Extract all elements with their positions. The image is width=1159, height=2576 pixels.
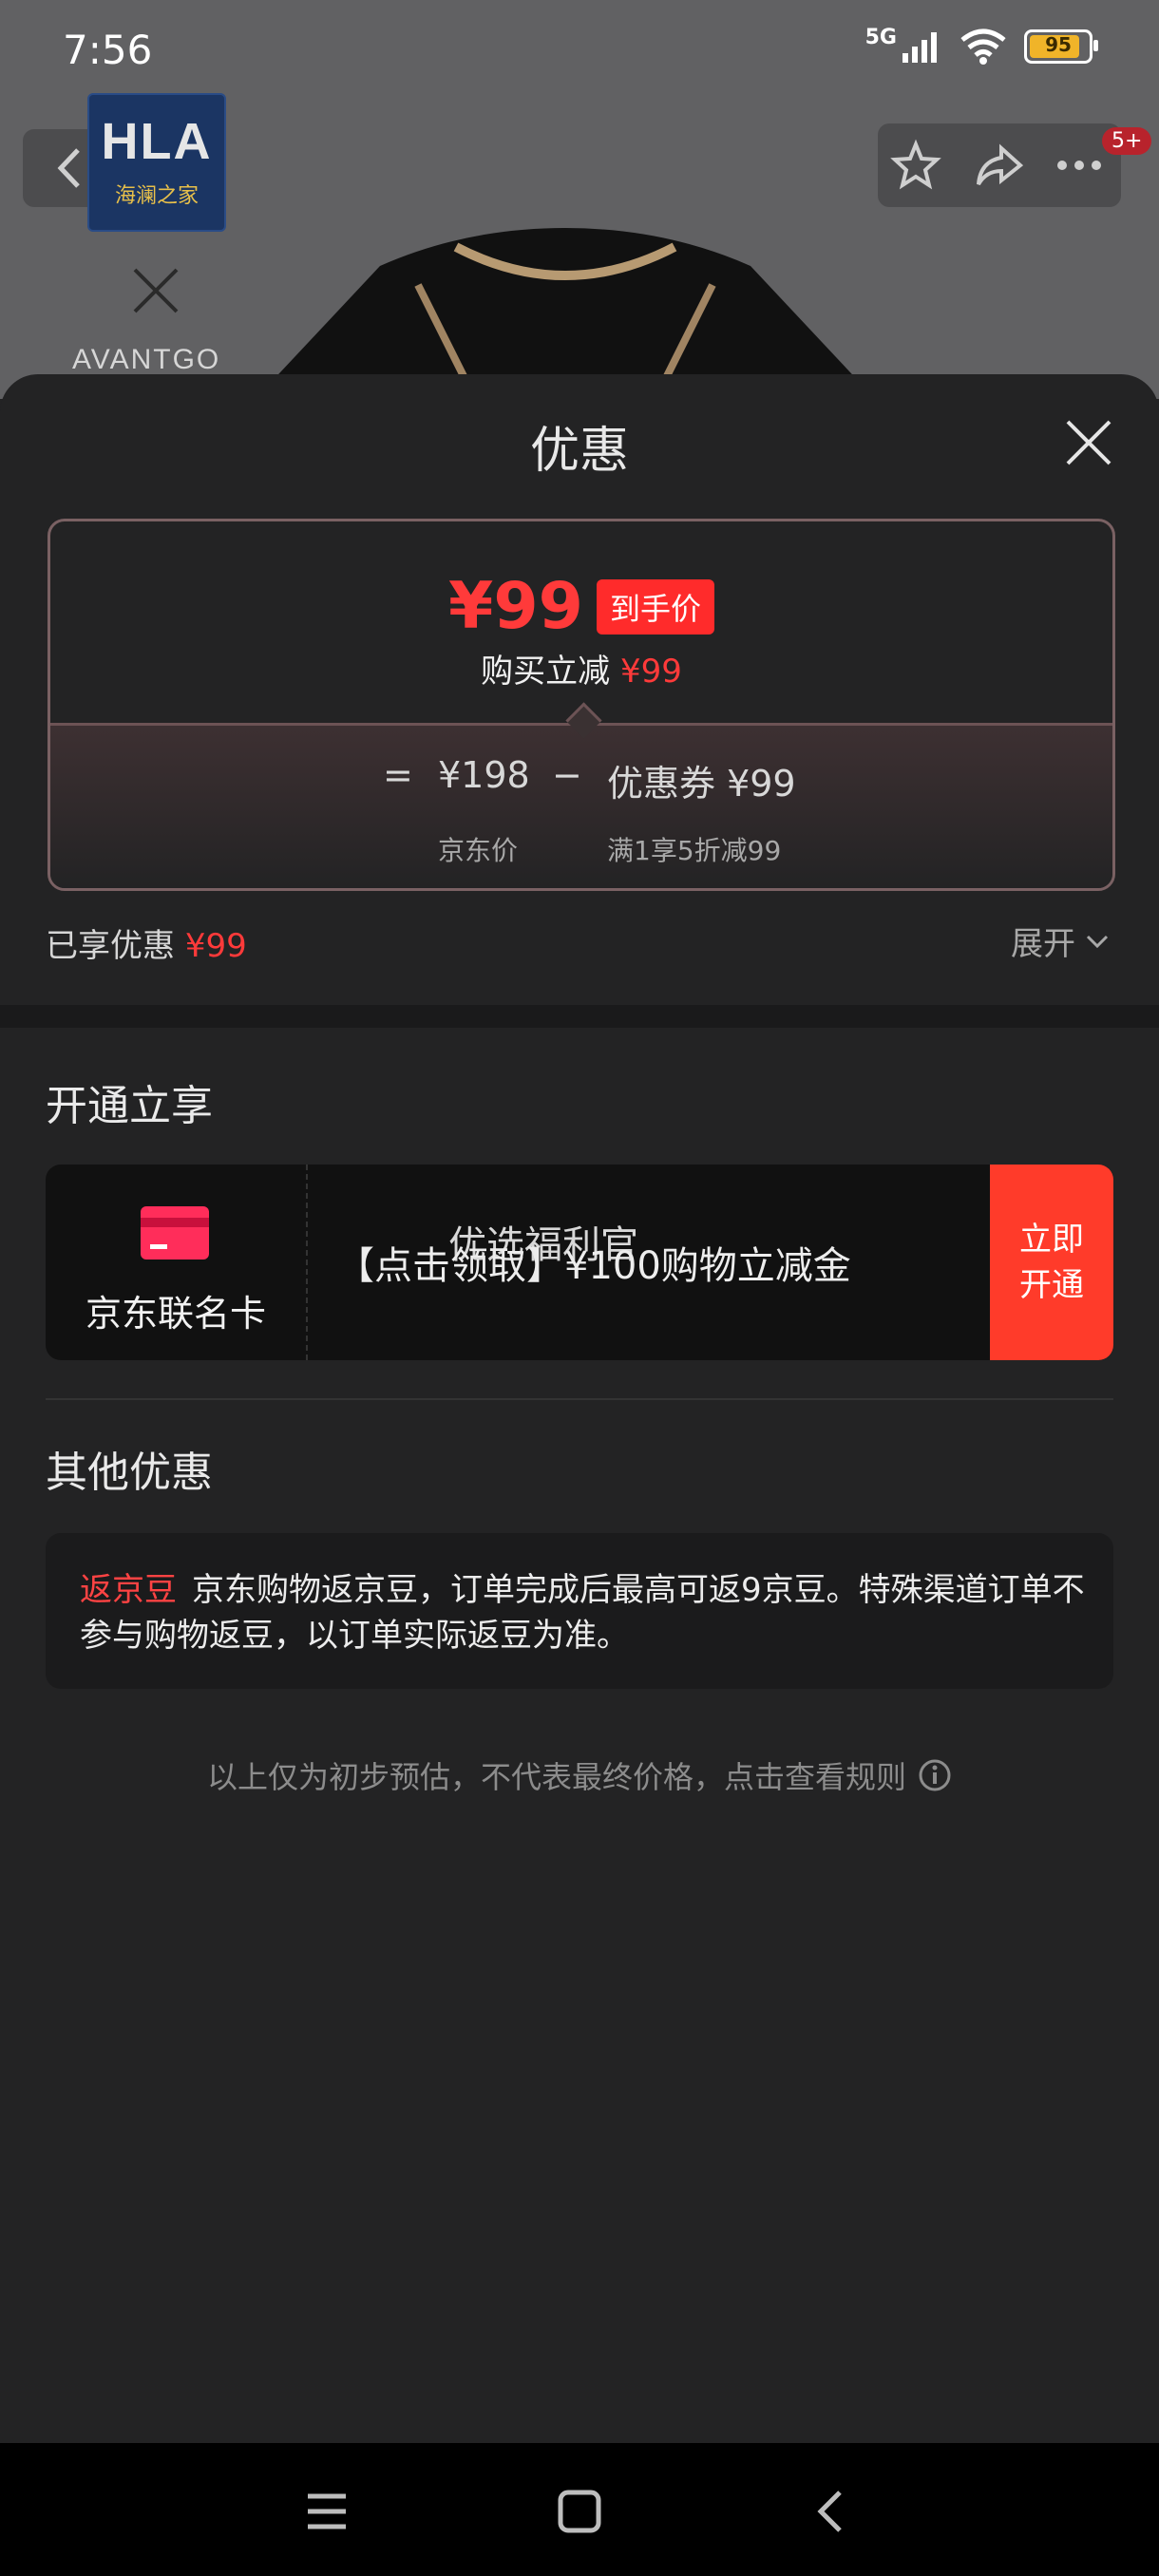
- minus-sign: −: [552, 754, 582, 796]
- final-price-tag: 到手价: [596, 578, 714, 635]
- final-price: ¥99: [448, 569, 583, 644]
- battery-level: 95: [1045, 33, 1072, 56]
- message-badge: 5+: [1102, 127, 1152, 155]
- info-icon: [919, 1759, 951, 1791]
- card-name: 京东联名卡: [85, 1293, 266, 1335]
- system-nav-bar: [0, 2443, 1159, 2576]
- home-icon[interactable]: [553, 2485, 606, 2538]
- price-breakdown-card: ¥99 到手价 购买立减 ¥99 = ¥198 − 优惠券 ¥99 京东价 满1…: [48, 519, 1115, 891]
- back-icon[interactable]: [806, 2485, 859, 2538]
- wifi-icon: [960, 28, 1006, 65]
- menu-icon[interactable]: [300, 2485, 353, 2538]
- discount-summary: 购买立减 ¥99: [481, 653, 682, 691]
- signal-icon: [902, 32, 937, 63]
- collab-cross-icon: [133, 268, 179, 313]
- product-shirt-image: [255, 228, 876, 399]
- network-type: 5G: [864, 25, 897, 49]
- action-bar: [878, 123, 1121, 207]
- rules-footnote[interactable]: 以上仅为初步预估，不代表最终价格，点击查看规则: [0, 1753, 1159, 1797]
- price-summary: ¥99 到手价 购买立减 ¥99: [50, 521, 1112, 723]
- jd-price: ¥198: [438, 754, 530, 796]
- co-brand-card: 京东联名卡: [46, 1165, 308, 1360]
- discount-sheet: 优惠 ¥99 到手价 购买立减 ¥99 = ¥198 − 优惠券 ¥99 京东价: [0, 374, 1159, 2443]
- chevron-left-icon: [57, 148, 80, 188]
- chevron-down-icon: [1086, 935, 1109, 948]
- coupon-value: 优惠券 ¥99: [607, 763, 796, 805]
- brand-collab-text: AVANTGO: [72, 344, 221, 375]
- credit-card-icon: [141, 1206, 209, 1260]
- co-brand-card-offer[interactable]: 京东联名卡 优选福利官 【点击领取】¥100购物立减金 立即 开通: [46, 1165, 1113, 1360]
- bean-tag: 返京豆: [80, 1571, 177, 1609]
- equals-sign: =: [383, 754, 413, 796]
- thin-divider: [46, 1398, 1113, 1400]
- open-now-button[interactable]: 立即 开通: [990, 1165, 1113, 1360]
- status-time: 7:56: [63, 27, 153, 73]
- jd-bean-offer: 返京豆 京东购物返京豆，订单完成后最高可返9京豆。特殊渠道订单不参与购物返豆，以订…: [46, 1533, 1113, 1689]
- sheet-title: 优惠: [529, 423, 629, 480]
- open-section-title: 开通立享: [46, 1082, 213, 1130]
- coupon-rule: 满1享5折减99: [607, 835, 782, 866]
- close-icon[interactable]: [1062, 416, 1115, 469]
- other-section-title: 其他优惠: [46, 1449, 213, 1497]
- section-divider: [0, 1005, 1159, 1028]
- jd-price-label: 京东价: [438, 835, 519, 866]
- expand-button[interactable]: 展开: [1011, 918, 1110, 964]
- battery-icon: 95: [1024, 29, 1098, 64]
- more-icon[interactable]: [1053, 139, 1106, 192]
- status-bar: 7:56 5G 95: [0, 0, 1159, 104]
- brand-logo: HLA 海澜之家: [87, 93, 226, 232]
- bean-description: 京东购物返京豆，订单完成后最高可返9京豆。特殊渠道订单不参与购物返豆，以订单实际…: [80, 1571, 1085, 1655]
- card-description: 【点击领取】¥100购物立减金: [336, 1244, 851, 1288]
- price-calculation: = ¥198 − 优惠券 ¥99 京东价 满1享5折减99: [50, 726, 1112, 888]
- status-icons: 5G 95: [864, 25, 1098, 65]
- share-icon[interactable]: [973, 139, 1026, 192]
- star-icon[interactable]: [889, 139, 942, 192]
- enjoyed-discount: 已享优惠 ¥99: [46, 927, 247, 965]
